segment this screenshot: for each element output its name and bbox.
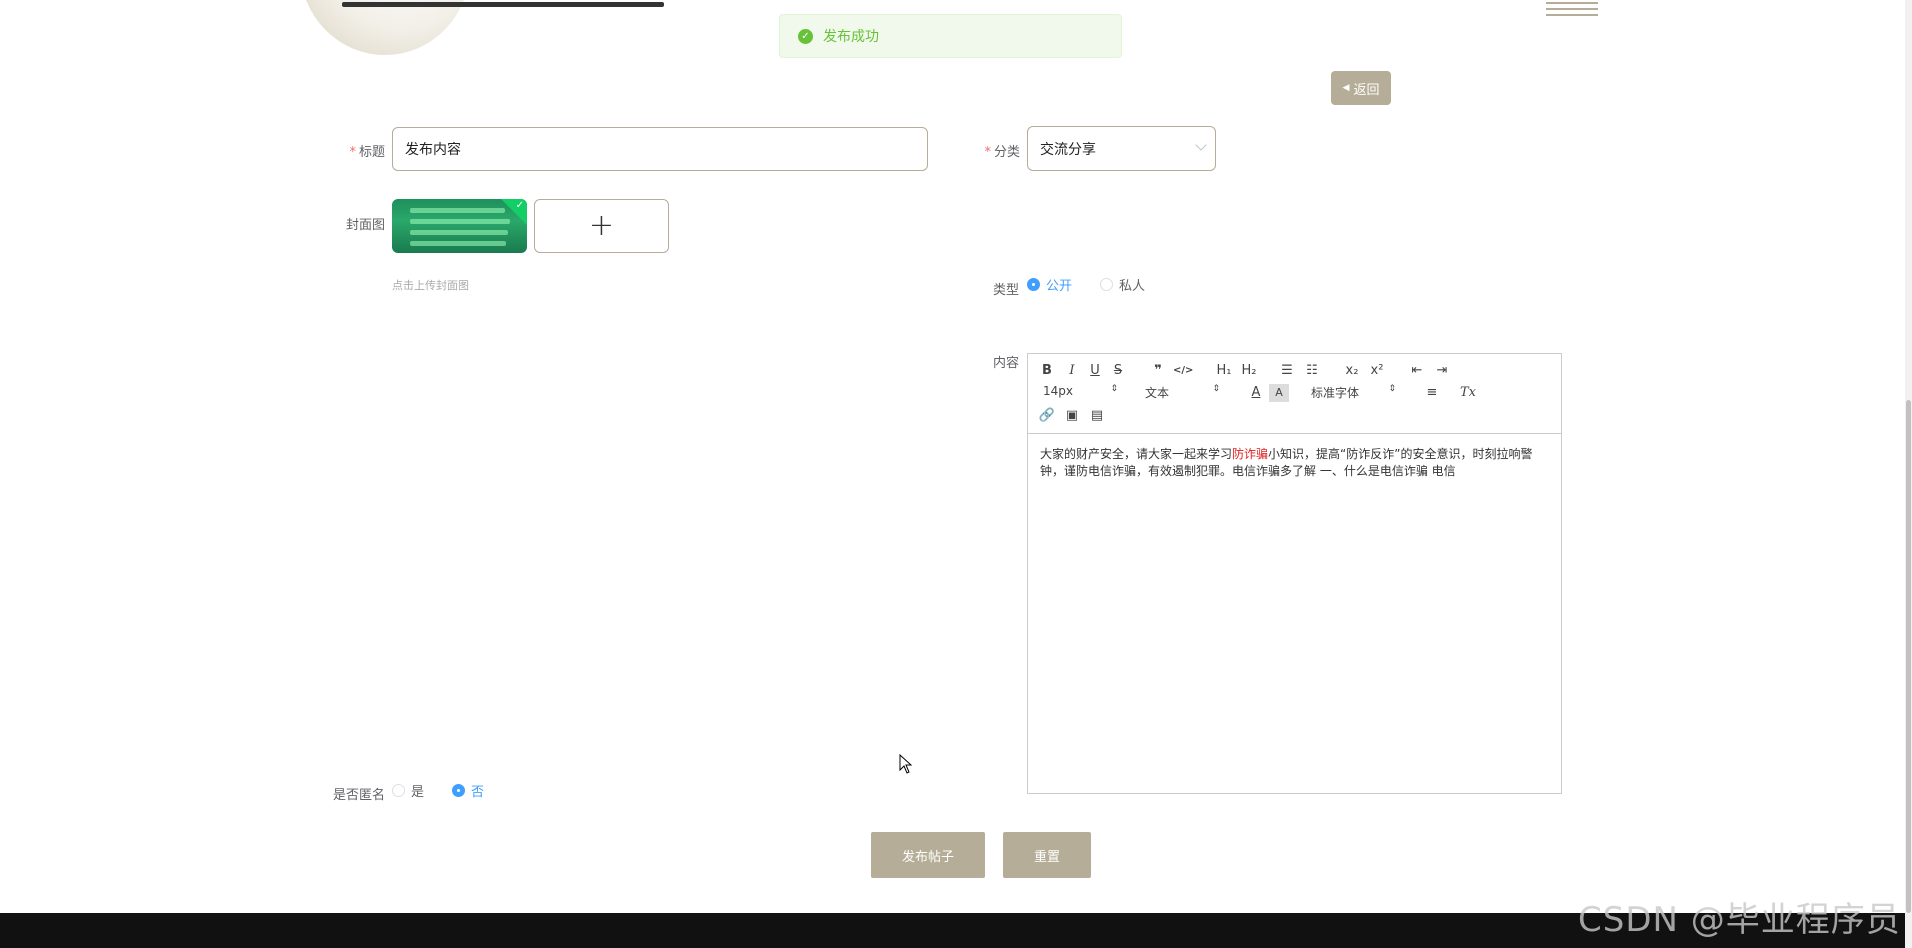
watermark: CSDN @毕业程序员 xyxy=(1578,900,1901,940)
font-size-value: 14px xyxy=(1043,384,1073,398)
blockquote-button[interactable]: ❞ xyxy=(1148,362,1168,380)
indent-icon[interactable]: ⇥ xyxy=(1432,362,1452,380)
menu-icon[interactable] xyxy=(1546,2,1598,22)
font-family-picker[interactable]: 标准字体 ⇕ xyxy=(1311,384,1396,401)
page: ✓ 发布成功 ◀ 返回 * 标题 发布内容 * 分类 交流分享 封面图 ✓ + 点击… xyxy=(0,0,1912,948)
thumbnail-stripe xyxy=(410,241,506,246)
ordered-list-icon[interactable]: ☰ xyxy=(1277,362,1297,380)
font-family-value: 标准字体 xyxy=(1311,386,1360,400)
editor-toolbar: B I U S ❞ </> H₁ H₂ ☰ ☷ x₂ x² ⇤ ⇥ 14px ⇕… xyxy=(1028,354,1561,434)
thumbnail-stripe xyxy=(410,230,508,235)
check-circle-icon: ✓ xyxy=(798,28,813,44)
type-radio-public[interactable]: 公开 xyxy=(1027,275,1072,294)
header-1-button[interactable]: H₁ xyxy=(1214,362,1234,380)
title-label-text: 标题 xyxy=(358,145,385,160)
category-label-text: 分类 xyxy=(993,145,1020,160)
rich-text-editor[interactable]: B I U S ❞ </> H₁ H₂ ☰ ☷ x₂ x² ⇤ ⇥ 14px ⇕… xyxy=(1027,353,1562,794)
anonymous-label: 是否匿名 xyxy=(333,788,386,803)
font-size-picker[interactable]: 14px ⇕ xyxy=(1043,384,1118,398)
category-select-value: 交流分享 xyxy=(1040,141,1096,158)
background-color-button[interactable]: A xyxy=(1269,384,1289,402)
cover-upload-hint: 点击上传封面图 xyxy=(392,279,469,292)
radio-unselected-icon xyxy=(392,784,405,797)
type-label: 类型 xyxy=(992,283,1019,298)
thumbnail-stripe xyxy=(410,208,505,213)
outdent-icon[interactable]: ⇤ xyxy=(1407,362,1427,380)
underline-button[interactable]: U xyxy=(1085,362,1105,380)
toast-message: 发布成功 xyxy=(823,29,879,45)
scrollbar-thumb[interactable] xyxy=(1906,400,1911,913)
italic-button[interactable]: I xyxy=(1062,362,1082,380)
check-icon: ✓ xyxy=(515,200,524,211)
menu-icon-bar xyxy=(1546,8,1598,10)
content-text: 大家的财产安全，请大家一起来学习 xyxy=(1040,447,1233,461)
bold-button[interactable]: B xyxy=(1037,362,1057,380)
font-color-button[interactable]: A xyxy=(1246,384,1266,402)
picker-arrows-icon: ⇕ xyxy=(1388,384,1396,394)
back-button-label: 返回 xyxy=(1353,82,1380,98)
plus-icon: + xyxy=(588,208,615,243)
subscript-button[interactable]: x₂ xyxy=(1342,362,1362,380)
cover-image-thumbnail[interactable]: ✓ xyxy=(392,199,527,253)
radio-selected-icon xyxy=(1027,278,1040,291)
title-label: * 标题 xyxy=(340,141,385,160)
anonymous-radio-yes[interactable]: 是 xyxy=(392,781,424,800)
required-mark: * xyxy=(984,145,991,160)
title-input[interactable]: 发布内容 xyxy=(392,127,928,171)
block-format-value: 文本 xyxy=(1145,386,1170,400)
content-label: 内容 xyxy=(992,356,1019,371)
reset-button[interactable]: 重置 xyxy=(1003,832,1091,878)
radio-unselected-icon xyxy=(1100,278,1113,291)
type-option-public: 公开 xyxy=(1046,279,1073,294)
cover-upload-button[interactable]: + xyxy=(534,199,669,253)
category-label: * 分类 xyxy=(975,141,1020,160)
cover-label: 封面图 xyxy=(345,218,385,233)
superscript-button[interactable]: x² xyxy=(1367,362,1387,380)
video-icon[interactable]: ▤ xyxy=(1087,407,1107,425)
radio-selected-icon xyxy=(452,784,465,797)
submit-post-button[interactable]: 发布帖子 xyxy=(871,832,985,878)
thumbnail-stripe xyxy=(410,219,510,224)
required-mark: * xyxy=(349,145,356,160)
content-text-highlight: 防诈骗 xyxy=(1232,447,1269,461)
caret-left-icon: ◀ xyxy=(1342,83,1350,93)
menu-icon-bar xyxy=(1546,14,1598,16)
code-block-button[interactable]: </> xyxy=(1173,362,1193,380)
header-decoration-circle xyxy=(300,0,470,55)
menu-icon-bar xyxy=(1546,2,1598,4)
mouse-cursor-icon xyxy=(899,754,913,774)
editor-content[interactable]: 大家的财产安全，请大家一起来学习防诈骗小知识，提高“防诈反诈”的安全意识，时刻拉… xyxy=(1028,434,1561,492)
back-button[interactable]: ◀ 返回 xyxy=(1331,71,1391,105)
clean-format-button[interactable]: Tx xyxy=(1458,384,1478,402)
bullet-list-icon[interactable]: ☷ xyxy=(1302,362,1322,380)
picker-arrows-icon: ⇕ xyxy=(1110,384,1118,394)
image-icon[interactable]: ▣ xyxy=(1062,407,1082,425)
chevron-down-icon xyxy=(1195,139,1207,151)
anonymous-option-no: 否 xyxy=(471,785,485,800)
link-icon[interactable]: 🔗 xyxy=(1037,407,1057,425)
title-input-value: 发布内容 xyxy=(405,142,461,158)
type-option-private: 私人 xyxy=(1119,279,1146,294)
type-radio-private[interactable]: 私人 xyxy=(1100,275,1145,294)
category-select[interactable]: 交流分享 xyxy=(1027,126,1216,171)
picker-arrows-icon: ⇕ xyxy=(1212,384,1220,394)
success-toast: ✓ 发布成功 xyxy=(779,14,1122,58)
header-2-button[interactable]: H₂ xyxy=(1239,362,1259,380)
align-icon[interactable]: ≡ xyxy=(1422,384,1442,402)
anonymous-radio-no[interactable]: 否 xyxy=(452,781,484,800)
block-format-picker[interactable]: 文本 ⇕ xyxy=(1145,384,1220,401)
header-decoration-line xyxy=(342,2,664,7)
strike-button[interactable]: S xyxy=(1108,362,1128,380)
anonymous-option-yes: 是 xyxy=(411,785,425,800)
